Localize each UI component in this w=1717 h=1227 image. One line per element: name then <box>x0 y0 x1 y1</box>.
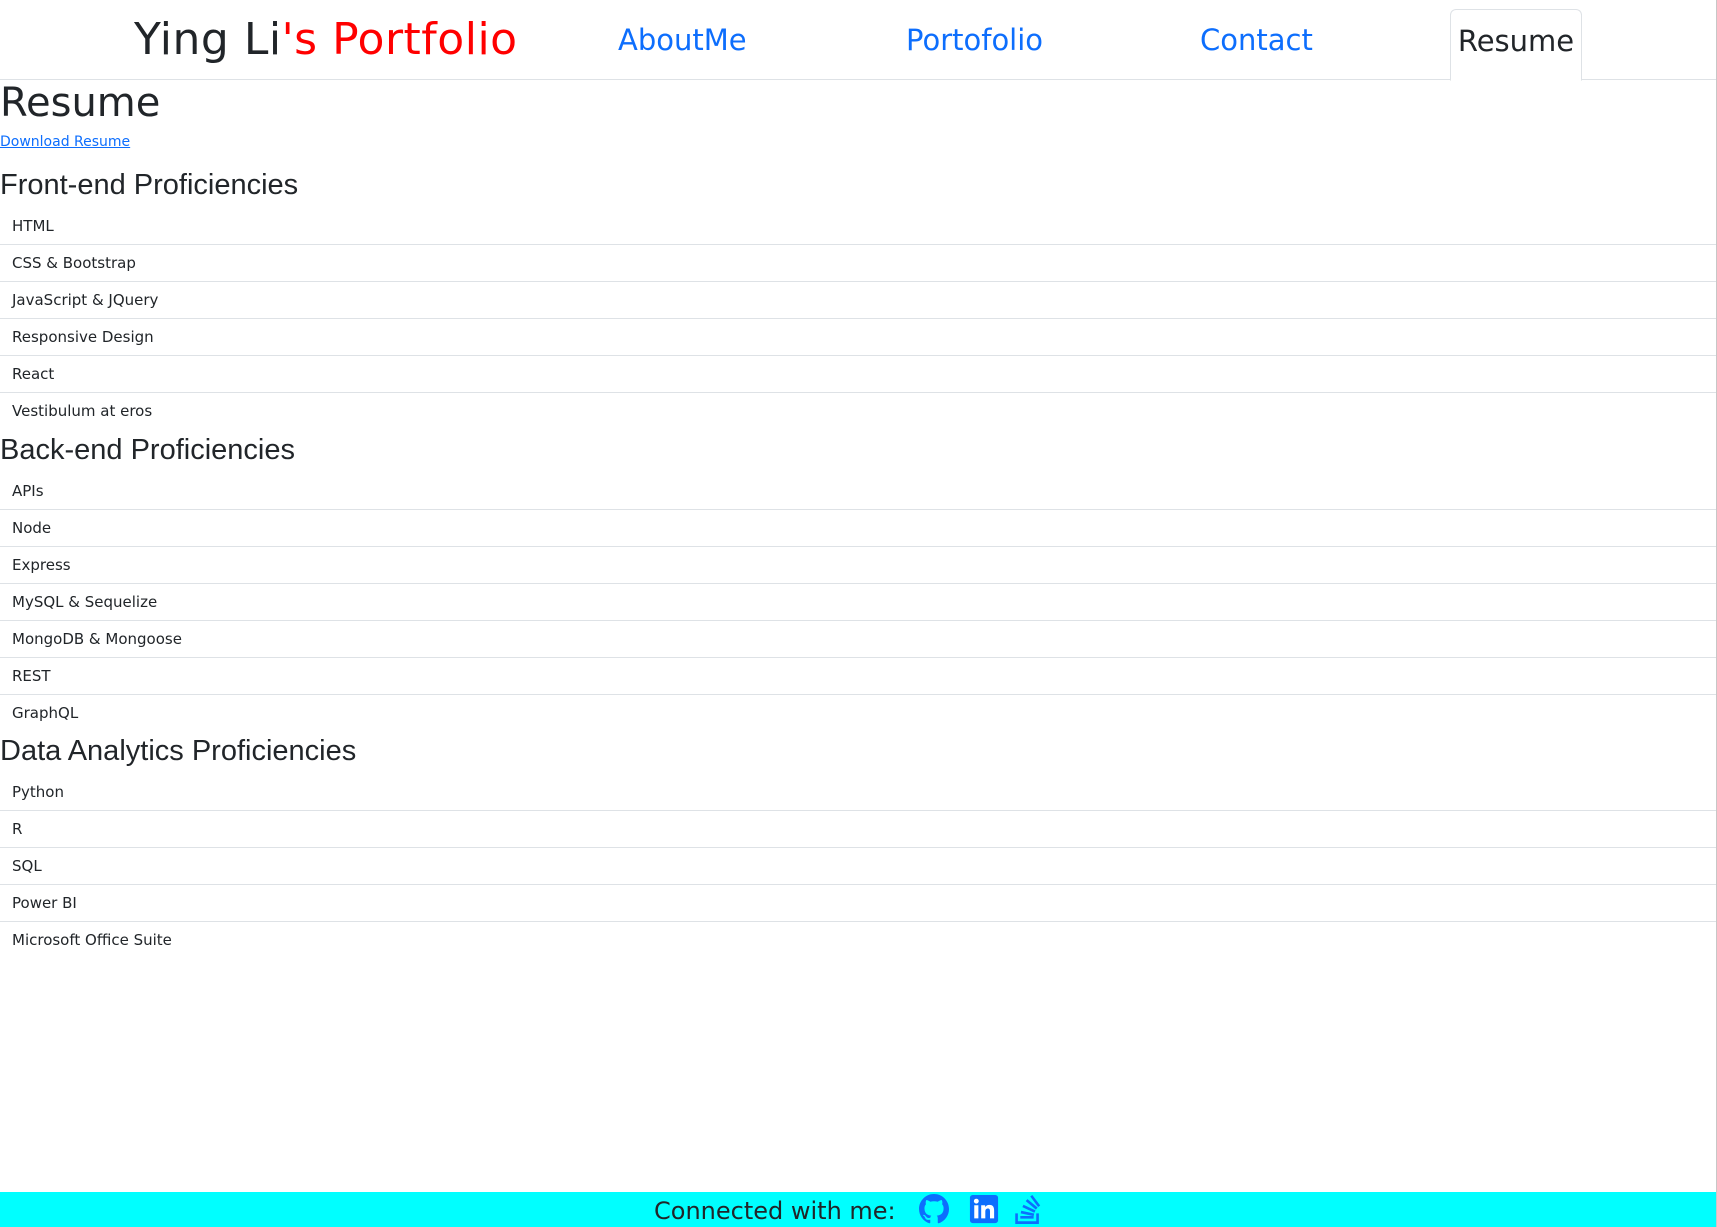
list-item: Express <box>0 547 1716 584</box>
list-item: Node <box>0 510 1716 547</box>
download-resume-link[interactable]: Download Resume <box>0 132 130 152</box>
navbar: Ying Li's Portfolio AboutMe Portofolio C… <box>0 0 1716 81</box>
brand-suffix: 's Portfolio <box>281 14 518 65</box>
section-title-data-analytics: Data Analytics Proficiencies <box>0 735 357 767</box>
list-item: R <box>0 811 1716 848</box>
list-item: MongoDB & Mongoose <box>0 621 1716 658</box>
list-item: React <box>0 356 1716 393</box>
footer-text: Connected with me: <box>654 1197 896 1225</box>
data-analytics-skills-list: Python R SQL Power BI Microsoft Office S… <box>0 774 1716 959</box>
section-title-frontend: Front-end Proficiencies <box>0 169 299 201</box>
footer: Connected with me: <box>0 1192 1716 1227</box>
nav-link-portfolio[interactable]: Portofolio <box>906 18 1043 62</box>
list-item: REST <box>0 658 1716 695</box>
nav-link-contact[interactable]: Contact <box>1200 18 1313 62</box>
list-item: HTML <box>0 208 1716 245</box>
list-item: JavaScript & JQuery <box>0 282 1716 319</box>
section-title-backend: Back-end Proficiencies <box>0 434 295 466</box>
list-item: GraphQL <box>12 704 79 722</box>
linkedin-icon[interactable] <box>969 1194 999 1224</box>
github-icon[interactable] <box>919 1194 949 1224</box>
frontend-skills-list: HTML CSS & Bootstrap JavaScript & JQuery… <box>0 208 1716 430</box>
list-item: Responsive Design <box>0 319 1716 356</box>
list-item: Power BI <box>0 885 1716 922</box>
brand-name: Ying Li <box>134 14 282 65</box>
list-item: CSS & Bootstrap <box>0 245 1716 282</box>
page: Ying Li's Portfolio AboutMe Portofolio C… <box>0 0 1717 1227</box>
list-item: SQL <box>0 848 1716 885</box>
list-item: Vestibulum at eros <box>12 402 153 420</box>
page-title: Resume <box>0 80 161 126</box>
stack-overflow-icon[interactable] <box>1013 1194 1043 1224</box>
nav-link-resume-active[interactable]: Resume <box>1450 9 1582 81</box>
list-item: MySQL & Sequelize <box>0 584 1716 621</box>
list-item: Microsoft Office Suite <box>12 931 172 949</box>
backend-skills-list: APIs Node Express MySQL & Sequelize Mong… <box>0 473 1716 732</box>
list-item: Python <box>0 774 1716 811</box>
list-item: APIs <box>0 473 1716 510</box>
nav-link-aboutme[interactable]: AboutMe <box>618 18 747 62</box>
site-brand: Ying Li's Portfolio <box>134 12 518 68</box>
